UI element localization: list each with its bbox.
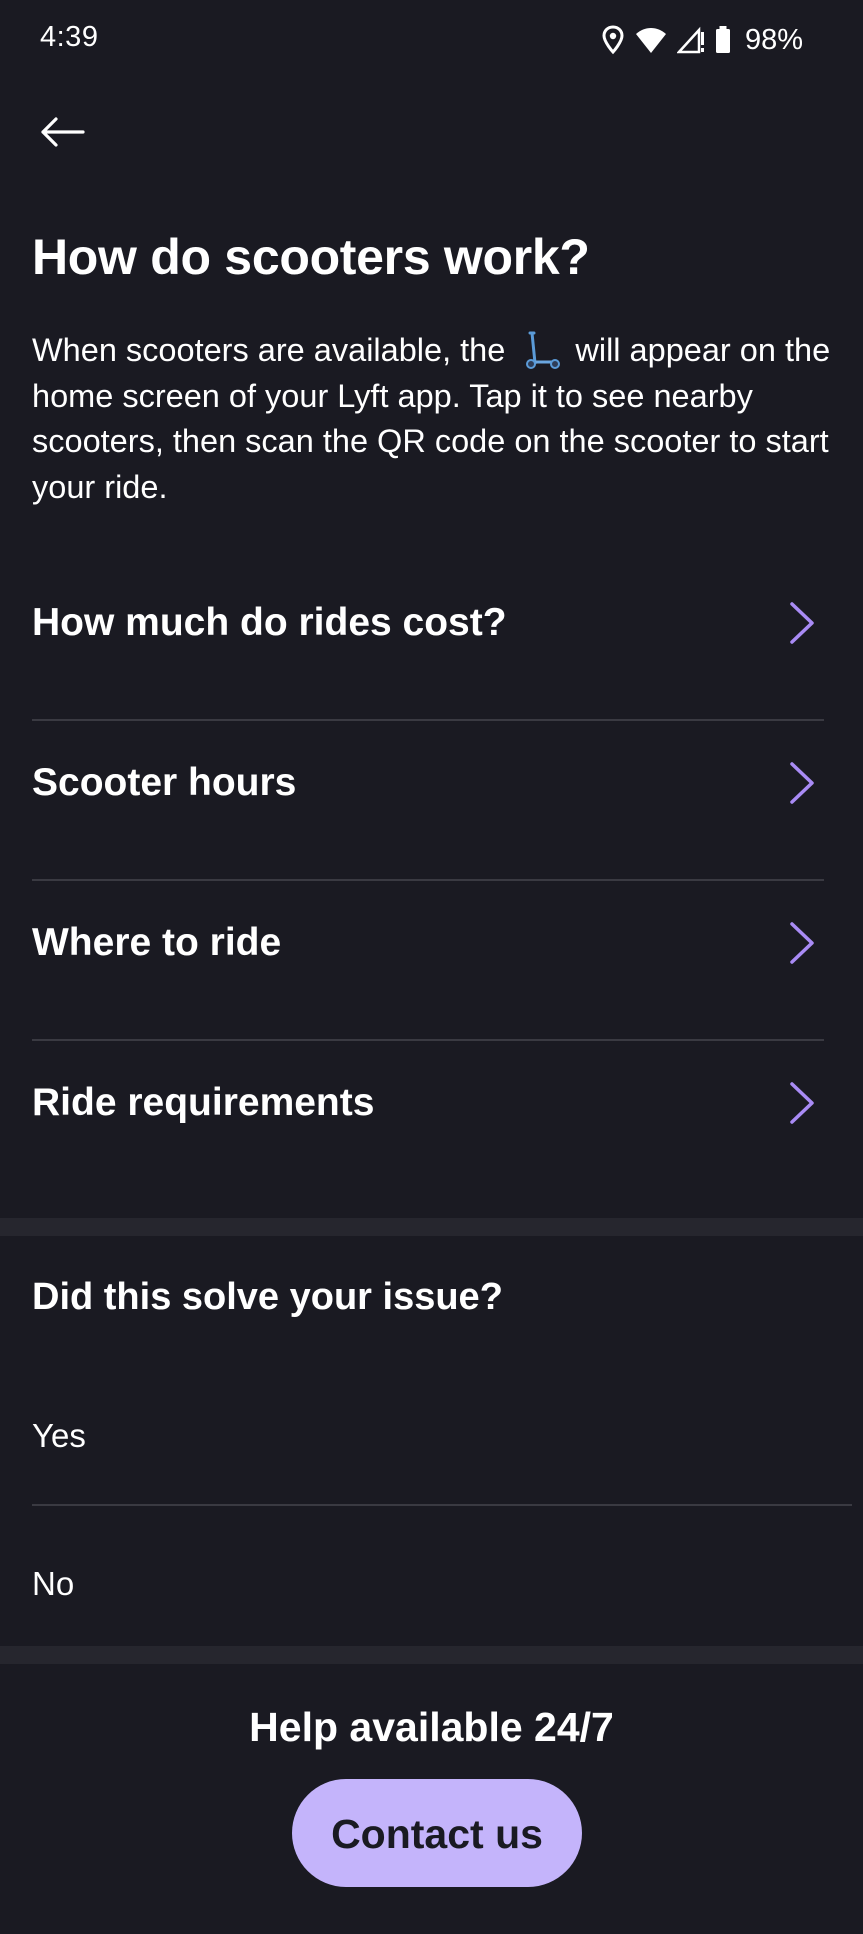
faq-item-label: How much do rides cost? [32, 601, 507, 644]
location-icon [601, 25, 625, 55]
feedback-yes-label: Yes [32, 1417, 86, 1454]
section-divider [0, 1218, 863, 1236]
feedback-title: Did this solve your issue? [32, 1276, 503, 1318]
scooter-icon [526, 331, 561, 369]
faq-item-where-to-ride[interactable]: Where to ride [32, 881, 824, 1041]
cellular-signal-icon [676, 26, 705, 54]
section-divider [0, 1646, 863, 1664]
chevron-right-icon [790, 1082, 814, 1124]
intro-text: When scooters are available, the will ap… [32, 327, 832, 510]
page-title: How do scooters work? [32, 229, 590, 285]
faq-item-label: Ride requirements [32, 1081, 375, 1124]
chevron-right-icon [790, 762, 814, 804]
chevron-right-icon [790, 922, 814, 964]
battery-percent: 98% [744, 23, 803, 56]
feedback-no-option[interactable]: No [32, 1514, 852, 1654]
battery-icon [715, 26, 731, 54]
faq-item-cost[interactable]: How much do rides cost? [32, 561, 824, 721]
chevron-right-icon [790, 602, 814, 644]
feedback-yes-option[interactable]: Yes [32, 1366, 852, 1506]
status-icons: 98% [601, 22, 803, 58]
wifi-icon [635, 26, 667, 54]
contact-us-button[interactable]: Contact us [292, 1779, 582, 1887]
faq-item-label: Where to ride [32, 921, 282, 964]
intro-text-start: When scooters are available, the [32, 332, 506, 368]
status-bar: 4:39 98% [0, 0, 863, 80]
back-button[interactable] [30, 100, 94, 164]
faq-list: How much do rides cost? Scooter hours Wh… [32, 561, 824, 1201]
feedback-no-label: No [32, 1565, 75, 1602]
help-availability-text: Help available 24/7 [249, 1704, 614, 1750]
status-time: 4:39 [40, 21, 99, 53]
arrow-left-icon [41, 117, 85, 147]
faq-item-hours[interactable]: Scooter hours [32, 721, 824, 881]
faq-item-requirements[interactable]: Ride requirements [32, 1041, 824, 1201]
faq-item-label: Scooter hours [32, 761, 297, 804]
